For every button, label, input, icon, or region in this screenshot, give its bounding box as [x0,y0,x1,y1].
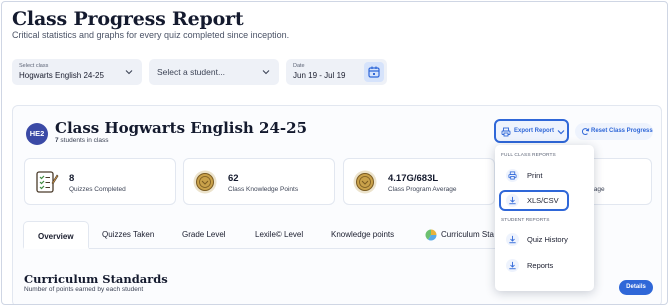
student-count-suffix: students in class [58,137,109,144]
menu-item-label: Quiz History [527,235,568,244]
pie-chart-icon [425,229,437,241]
class-avatar: HE2 [26,123,48,145]
tab-lexile-level[interactable]: Lexile© Level [255,230,303,239]
details-button[interactable]: Details [619,280,653,295]
date-value: Jun 19 - Jul 19 [293,71,346,80]
download-icon-wrap [506,233,519,246]
class-name: Class Hogwarts English 24-25 [55,119,308,137]
stat-value: 62 [228,173,239,184]
calendar-icon [368,66,380,78]
class-select-label: Select class [19,63,49,69]
stat-value: 8 [69,173,75,184]
page-title: Class Progress Report [12,8,244,30]
menu-section-student-reports: STUDENT REPORTS [501,218,550,223]
download-icon [509,261,516,270]
menu-item-quiz-history[interactable]: Quiz History [499,229,569,250]
tab-grade-level[interactable]: Grade Level [182,230,226,239]
quiz-checklist-icon [36,171,59,193]
menu-section-full-class-reports: FULL CLASS REPORTS [501,153,556,158]
menu-item-reports[interactable]: Reports [499,255,569,276]
export-report-label: Export Report [514,128,555,134]
menu-item-xls-csv[interactable]: XLS/CSV [499,190,569,211]
medal-icon [193,170,217,194]
date-label: Date [293,63,305,69]
refresh-icon [581,128,590,135]
tab-curriculum-standards[interactable]: Curriculum Sta [441,230,494,239]
print-icon-wrap [506,169,519,182]
chevron-down-icon [125,70,133,75]
calendar-button[interactable] [364,62,384,82]
menu-item-print[interactable]: Print [499,165,569,186]
section-subtitle: Number of points earned by each student [24,286,144,293]
stat-quizzes-completed: 8 Quizzes Completed [24,158,176,205]
menu-item-label: Print [527,171,543,180]
stat-caption: Quizzes Completed [69,186,126,193]
export-report-button[interactable]: Export Report [494,119,569,143]
stat-class-knowledge-points: 62 Class Knowledge Points [183,158,335,205]
student-select[interactable]: Select a student... [149,59,279,85]
stat-caption: Class Program Average [388,186,457,193]
tab-quizzes-taken[interactable]: Quizzes Taken [102,230,154,239]
medal-icon [353,170,377,194]
stat-class-program-average: 4.17G/683L Class Program Average [343,158,495,205]
student-select-placeholder: Select a student... [157,67,226,77]
printer-icon [501,127,511,137]
reset-class-progress-button[interactable]: Reset Class Progress [575,123,653,140]
printer-icon [508,171,517,180]
chevron-down-icon [557,130,565,135]
class-select[interactable]: Select class Hogwarts English 24-25 [12,59,142,85]
section-title: Curriculum Standards [24,272,168,286]
download-icon-wrap [506,259,519,272]
download-icon-wrap [506,194,519,207]
tab-knowledge-points[interactable]: Knowledge points [331,230,394,239]
student-count: 7 students in class [55,137,108,144]
menu-item-label: Reports [527,261,554,270]
menu-item-label: XLS/CSV [527,196,559,205]
report-tabs: Overview Quizzes Taken Grade Level Lexil… [23,221,501,249]
reset-class-progress-label: Reset Class Progress [591,128,653,134]
tab-overview[interactable]: Overview [23,221,89,249]
stat-value: 4.17G/683L [388,173,439,184]
download-icon [509,196,516,205]
stat-caption: Class Knowledge Points [228,186,299,193]
date-range-field[interactable]: Date Jun 19 - Jul 19 [286,59,387,85]
download-icon [509,235,516,244]
export-report-menu: FULL CLASS REPORTS Print XLS/CSV STUDENT… [495,145,594,291]
class-select-value: Hogwarts English 24-25 [19,71,104,80]
chevron-down-icon [262,70,270,75]
app-window: Class Progress Report Critical statistic… [1,1,668,305]
page-subtitle: Critical statistics and graphs for every… [12,30,290,40]
